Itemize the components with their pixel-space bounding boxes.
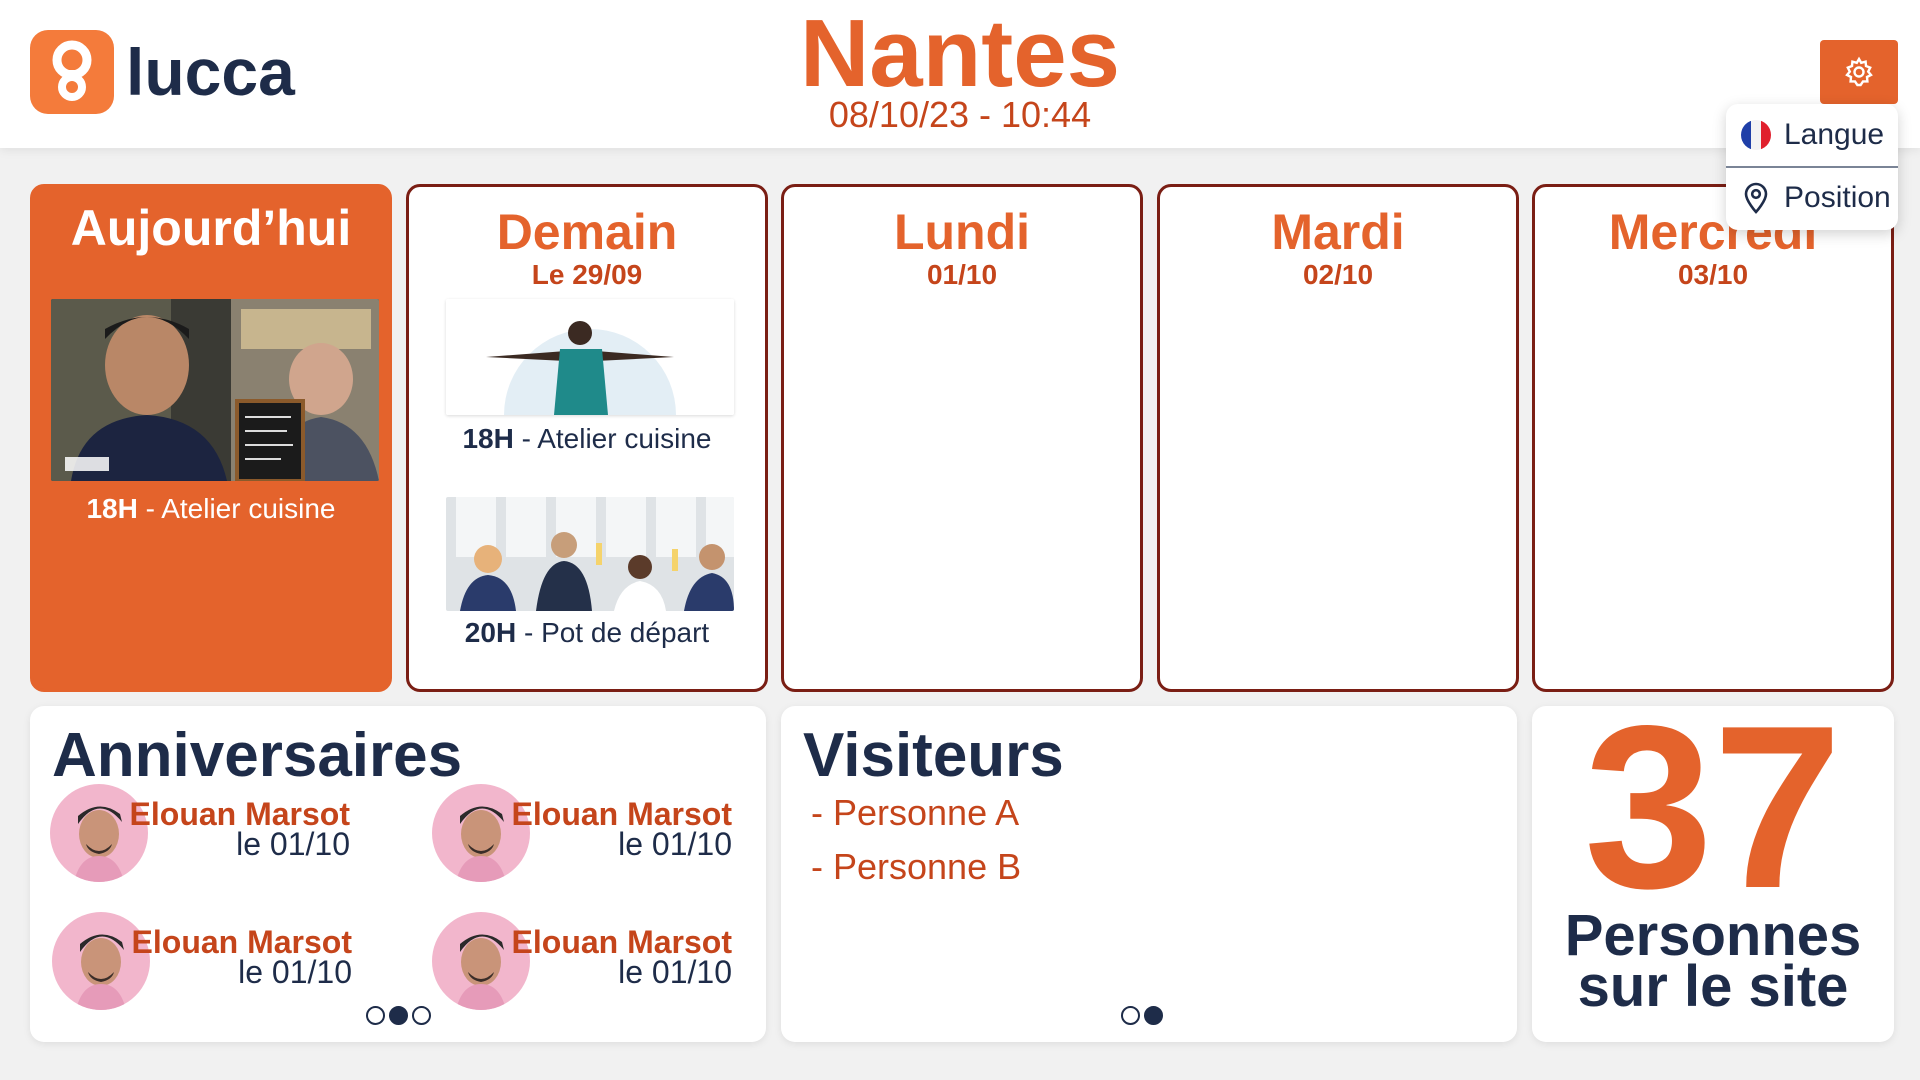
birthday-date: le 01/10 xyxy=(618,954,732,990)
event-label: 18H - Atelier cuisine xyxy=(462,423,712,454)
day-name: Aujourd’hui xyxy=(70,200,352,256)
menu-item-label: Position xyxy=(1784,181,1891,214)
french-flag-icon xyxy=(1741,120,1771,150)
birthday-date: le 01/10 xyxy=(618,826,732,862)
settings-dropdown-menu: Langue Position xyxy=(1726,104,1898,230)
birthdays-title: Anniversaires xyxy=(52,721,463,790)
event-image-toast xyxy=(446,497,734,611)
day-name: Lundi xyxy=(893,204,1031,260)
birthdays-card: Anniversaires Elouan Marsot le 01/10 Elo… xyxy=(30,706,766,1042)
settings-button[interactable] xyxy=(1820,40,1898,104)
birthday-item: Elouan Marsot le 01/10 xyxy=(50,784,350,884)
pagination-dot-active[interactable] xyxy=(389,1006,408,1025)
day-date: Le 29/09 xyxy=(531,259,643,290)
visitors-pagination xyxy=(1121,1006,1163,1025)
pagination-dot[interactable] xyxy=(366,1006,385,1025)
day-date: 03/10 xyxy=(1677,259,1749,290)
day-column-wednesday: Mercredi 03/10 xyxy=(1532,184,1894,692)
birthday-item: Elouan Marsot le 01/10 xyxy=(432,784,732,884)
pagination-dot-active[interactable] xyxy=(1144,1006,1163,1025)
visitor-item: - Personne B xyxy=(811,846,1022,887)
visitors-card: Visiteurs - Personne A - Personne B xyxy=(781,706,1517,1042)
day-name: Mardi xyxy=(1271,204,1405,260)
location-pin-icon xyxy=(1744,182,1768,214)
event-label: 20H - Pot de départ xyxy=(464,617,710,648)
event-label: 18H - Atelier cuisine xyxy=(86,493,336,524)
day-column-monday: Lundi 01/10 xyxy=(781,184,1143,692)
day-column-today: Aujourd’hui 18H - Atelier cuisine xyxy=(30,184,392,692)
birthday-item: Elouan Marsot le 01/10 xyxy=(52,912,352,1012)
people-count-label: Personnes sur le site xyxy=(1564,903,1862,1020)
gear-icon xyxy=(1845,56,1873,87)
day-date: 02/10 xyxy=(1302,259,1374,290)
occupancy-card: 37 Personnes sur le site xyxy=(1532,692,1894,1042)
people-count: 37 xyxy=(1583,678,1843,937)
menu-item-label: Langue xyxy=(1784,118,1885,151)
current-datetime: 08/10/23 - 10:44 xyxy=(828,94,1092,135)
event-image-stretching xyxy=(446,299,734,415)
visitors-title: Visiteurs xyxy=(803,721,1064,790)
pagination-dot[interactable] xyxy=(412,1006,431,1025)
menu-item-position[interactable]: Position xyxy=(1726,166,1898,228)
visitor-item: - Personne A xyxy=(811,792,1020,833)
birthday-item: Elouan Marsot le 01/10 xyxy=(432,912,732,1012)
day-name: Demain xyxy=(496,204,678,260)
site-city-title: Nantes xyxy=(799,0,1121,107)
birthdays-pagination xyxy=(366,1006,431,1025)
day-column-tomorrow: Demain Le 29/09 18H - Atelier cuisine 20… xyxy=(406,184,768,692)
menu-item-langue[interactable]: Langue xyxy=(1726,104,1898,166)
birthday-date: le 01/10 xyxy=(238,954,352,990)
birthday-date: le 01/10 xyxy=(236,826,350,862)
day-date: 01/10 xyxy=(926,259,998,290)
day-column-tuesday: Mardi 02/10 xyxy=(1157,184,1519,692)
pagination-dot[interactable] xyxy=(1121,1006,1140,1025)
header: lucca Nantes 08/10/23 - 10:44 xyxy=(0,0,1920,148)
event-image-cooking-show xyxy=(51,299,379,481)
